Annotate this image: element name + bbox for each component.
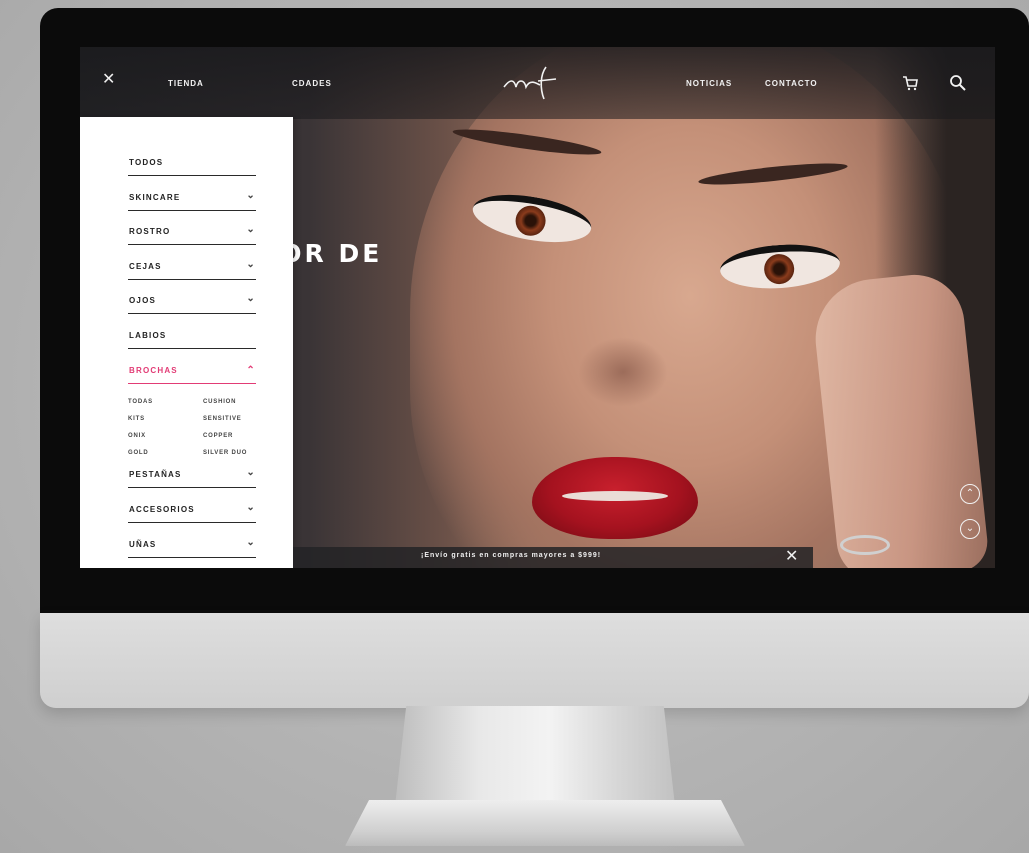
top-navbar: ✕ TIENDA CDADES NOTICIAS CONTACTO xyxy=(80,47,995,119)
cart-icon[interactable] xyxy=(900,73,920,93)
nose xyxy=(578,337,668,407)
submenu-item[interactable]: COPPER xyxy=(203,433,233,439)
logo-icon[interactable] xyxy=(500,61,570,101)
ring xyxy=(840,535,890,555)
slide-up-button[interactable]: ⌃ xyxy=(960,484,980,504)
promo-text: ¡Envío gratis en compras mayores a $999! xyxy=(421,552,602,559)
menu-item-label: PESTAÑAS xyxy=(129,470,182,479)
menu-item-labios[interactable]: LABIOS xyxy=(128,328,256,349)
menu-item-label: ACCESORIOS xyxy=(129,505,195,514)
close-icon[interactable]: ✕ xyxy=(102,71,115,89)
menu-item-accesorios[interactable]: ACCESORIOS ⌄ xyxy=(128,502,256,523)
chevron-down-icon: ⌄ xyxy=(246,224,256,235)
submenu-item[interactable]: ONIX xyxy=(128,433,146,439)
nav-link-noticias[interactable]: NOTICIAS xyxy=(686,79,732,88)
submenu-item[interactable]: TODAS xyxy=(128,399,153,405)
submenu-item[interactable]: SENSITIVE xyxy=(203,416,242,422)
promo-bar: ¡Envío gratis en compras mayores a $999!… xyxy=(293,547,813,568)
menu-item-rostro[interactable]: ROSTRO ⌄ xyxy=(128,224,256,245)
menu-item-unas[interactable]: UÑAS ⌄ xyxy=(128,537,256,558)
menu-item-pestanas[interactable]: PESTAÑAS ⌄ xyxy=(128,467,256,488)
menu-item-label: TODOS xyxy=(129,158,164,167)
monitor-base xyxy=(345,800,745,846)
menu-item-label: BROCHAS xyxy=(129,366,178,375)
search-icon[interactable] xyxy=(948,73,968,93)
chevron-up-icon: ⌃ xyxy=(246,365,256,376)
website-screen: JOR DE A ✕ TIENDA CDADES NOTICIAS CONTAC… xyxy=(80,47,995,568)
chevron-down-icon: ⌄ xyxy=(965,523,975,534)
nav-link-cdades[interactable]: CDADES xyxy=(292,79,332,88)
chevron-down-icon: ⌄ xyxy=(246,537,256,548)
chevron-down-icon: ⌄ xyxy=(246,467,256,478)
submenu-item[interactable]: KITS xyxy=(128,416,145,422)
chevron-down-icon: ⌄ xyxy=(246,259,256,270)
chevron-down-icon: ⌄ xyxy=(246,190,256,201)
slide-down-button[interactable]: ⌄ xyxy=(960,519,980,539)
menu-item-ojos[interactable]: OJOS ⌄ xyxy=(128,293,256,314)
menu-item-brochas[interactable]: BROCHAS ⌃ xyxy=(128,363,256,384)
nav-link-tienda[interactable]: TIENDA xyxy=(168,79,204,88)
submenu-item[interactable]: GOLD xyxy=(128,450,149,456)
menu-item-label: SKINCARE xyxy=(129,193,181,202)
menu-item-label: LABIOS xyxy=(129,331,167,340)
monitor-stand xyxy=(395,706,675,806)
chevron-down-icon: ⌄ xyxy=(246,293,256,304)
category-drawer: TODOS SKINCARE ⌄ ROSTRO ⌄ CEJAS ⌄ OJOS ⌄… xyxy=(80,117,293,568)
menu-item-label: OJOS xyxy=(129,296,157,305)
monitor-chin xyxy=(40,613,1029,708)
close-icon[interactable]: ✕ xyxy=(785,548,798,566)
chevron-down-icon: ⌄ xyxy=(246,502,256,513)
submenu-item[interactable]: CUSHION xyxy=(203,399,236,405)
menu-item-label: CEJAS xyxy=(129,262,162,271)
menu-item-skincare[interactable]: SKINCARE ⌄ xyxy=(128,190,256,211)
menu-item-label: UÑAS xyxy=(129,540,157,549)
submenu-item[interactable]: SILVER DUO xyxy=(203,450,247,456)
lips xyxy=(532,457,698,539)
menu-item-label: ROSTRO xyxy=(129,227,171,236)
menu-item-cejas[interactable]: CEJAS ⌄ xyxy=(128,259,256,280)
menu-item-todos[interactable]: TODOS xyxy=(128,155,256,176)
chevron-up-icon: ⌃ xyxy=(965,488,975,499)
nav-link-contacto[interactable]: CONTACTO xyxy=(765,79,818,88)
